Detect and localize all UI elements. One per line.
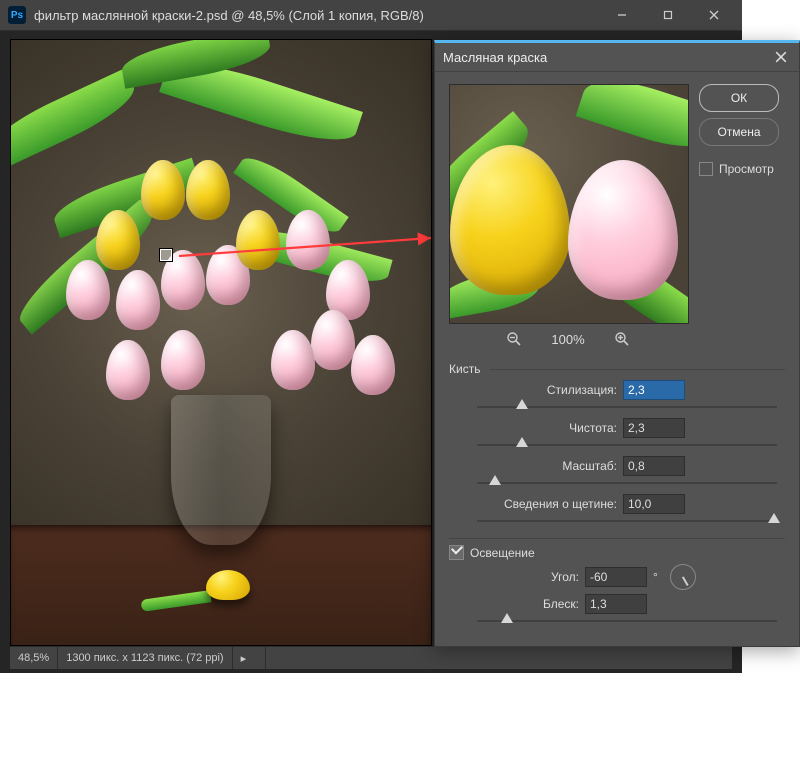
lighting-section-title: Освещение <box>449 545 785 560</box>
bristle-detail-slider[interactable] <box>477 514 777 528</box>
param-cleanliness: Чистота: 2,3 <box>449 418 785 452</box>
bristle-detail-input[interactable]: 10,0 <box>623 494 685 514</box>
zoom-in-icon[interactable] <box>613 330 631 348</box>
titlebar[interactable]: Ps фильтр маслянной краски-2.psd @ 48,5%… <box>0 0 742 31</box>
brush-section-title: Кисть <box>449 362 785 376</box>
param-stylization: Стилизация: 2,3 <box>449 380 785 414</box>
param-scale: Масштаб: 0,8 <box>449 456 785 490</box>
filter-preview[interactable] <box>449 84 689 324</box>
ok-button[interactable]: ОК <box>699 84 779 112</box>
angle-input[interactable]: -60 <box>585 567 647 587</box>
status-doc-info: 1300 пикс. x 1123 пикс. (72 ppi) <box>58 647 232 669</box>
param-shine: Блеск: 1,3 <box>449 594 785 628</box>
minimize-button[interactable] <box>600 1 644 29</box>
stylization-label: Стилизация: <box>449 383 617 397</box>
angle-label: Угол: <box>449 570 579 584</box>
angle-knob[interactable] <box>670 564 696 590</box>
preview-sample-marker[interactable] <box>159 248 173 262</box>
close-button[interactable] <box>692 1 736 29</box>
dialog-close-button[interactable] <box>771 47 791 67</box>
angle-degree-suffix: ° <box>653 570 658 584</box>
status-menu-arrow-icon[interactable]: ▸ <box>233 647 266 669</box>
status-zoom[interactable]: 48,5% <box>10 647 58 669</box>
dialog-title: Масляная краска <box>443 50 547 65</box>
shine-label: Блеск: <box>449 597 579 611</box>
shine-slider[interactable] <box>477 614 777 628</box>
cleanliness-input[interactable]: 2,3 <box>623 418 685 438</box>
preview-checkbox[interactable] <box>699 162 713 176</box>
shine-input[interactable]: 1,3 <box>585 594 647 614</box>
stylization-input[interactable]: 2,3 <box>623 380 685 400</box>
param-angle: Угол: -60 ° <box>449 564 785 590</box>
scale-slider[interactable] <box>477 476 777 490</box>
cleanliness-slider[interactable] <box>477 438 777 452</box>
bristle-detail-label: Сведения о щетине: <box>449 497 617 511</box>
oil-paint-dialog: Масляная краска 100% <box>434 40 800 647</box>
maximize-button[interactable] <box>646 1 690 29</box>
scale-label: Масштаб: <box>449 459 617 473</box>
stylization-slider[interactable] <box>477 400 777 414</box>
zoom-level: 100% <box>551 332 584 347</box>
preview-checkbox-label: Просмотр <box>719 162 774 176</box>
param-bristle-detail: Сведения о щетине: 10,0 <box>449 494 785 528</box>
cleanliness-label: Чистота: <box>449 421 617 435</box>
scale-input[interactable]: 0,8 <box>623 456 685 476</box>
ps-logo-icon: Ps <box>8 6 26 24</box>
document-canvas[interactable] <box>10 39 432 646</box>
dialog-titlebar[interactable]: Масляная краска <box>435 43 799 72</box>
window-title: фильтр маслянной краски-2.psd @ 48,5% (С… <box>34 8 600 23</box>
cancel-button[interactable]: Отмена <box>699 118 779 146</box>
zoom-out-icon[interactable] <box>505 330 523 348</box>
lighting-enable-checkbox[interactable] <box>449 545 464 560</box>
status-bar: 48,5% 1300 пикс. x 1123 пикс. (72 ppi) ▸ <box>10 646 732 669</box>
